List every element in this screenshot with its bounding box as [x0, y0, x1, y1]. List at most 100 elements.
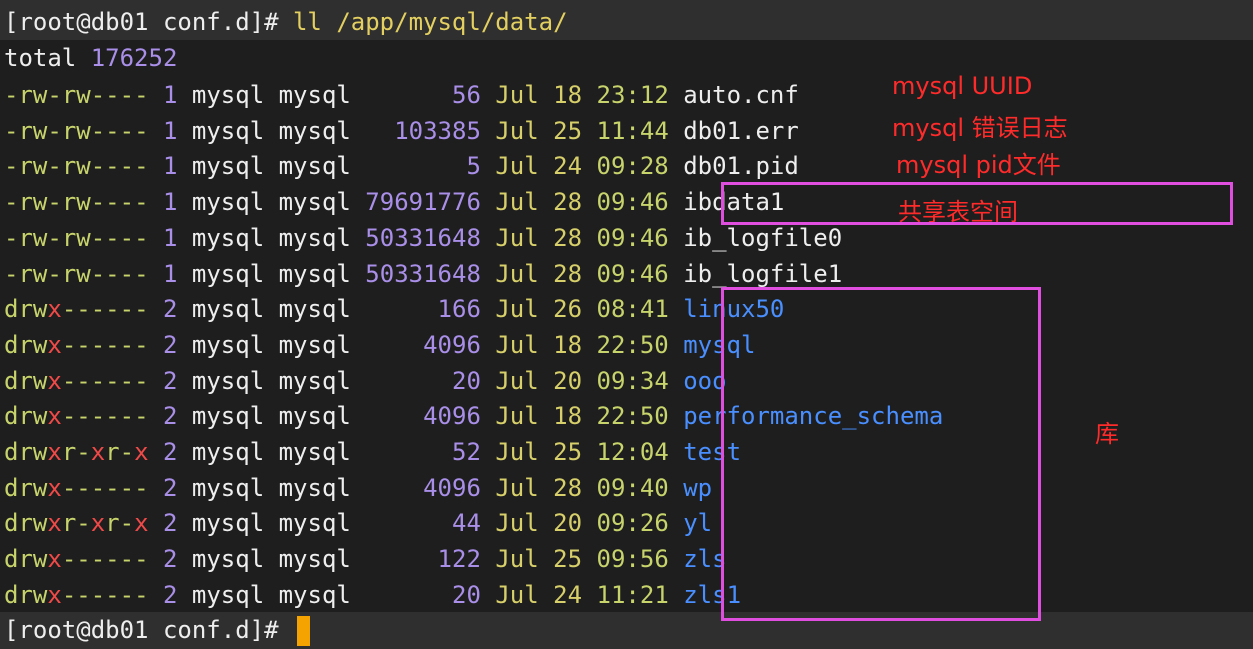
file-size: 20 — [452, 580, 481, 609]
permissions: drwx------ — [4, 545, 149, 574]
owner: mysql — [191, 152, 265, 181]
owner: mysql — [191, 580, 265, 609]
file-name[interactable]: db01.pid — [683, 152, 799, 180]
listing-row: drwxr-xr-x 2 mysql mysql 52 Jul 25 12:04… — [4, 434, 741, 470]
owner: mysql — [191, 330, 265, 359]
file-name[interactable]: auto.cnf — [683, 81, 799, 109]
group: mysql — [278, 116, 351, 145]
file-size: 50331648 — [365, 223, 481, 252]
owner: mysql — [191, 366, 265, 395]
link-count: 1 — [162, 116, 178, 145]
file-size: 5 — [466, 152, 481, 181]
permissions: drwx------ — [4, 402, 149, 431]
modified-date: Jul 24 — [495, 152, 583, 181]
prompt: [root@db01 conf.d]# — [4, 8, 293, 36]
group: mysql — [278, 188, 351, 217]
note-error-log: mysql 错误日志 — [892, 114, 1068, 142]
modified-time: 23:12 — [596, 81, 669, 109]
link-count: 2 — [162, 402, 178, 431]
link-count: 2 — [162, 545, 178, 574]
group: mysql — [278, 152, 351, 181]
listing-row: -rw-rw---- 1 mysql mysql 79691776 Jul 28… — [4, 184, 784, 220]
link-count: 1 — [162, 223, 178, 252]
owner: mysql — [191, 473, 265, 502]
owner: mysql — [191, 81, 265, 109]
permissions: -rw-rw---- — [4, 152, 149, 181]
file-size: 4096 — [423, 402, 481, 431]
command-line[interactable]: [root@db01 conf.d]# ll /app/mysql/data/ — [4, 4, 568, 40]
file-size: 79691776 — [365, 188, 481, 217]
modified-time: 09:46 — [596, 223, 669, 252]
modified-time: 09:40 — [596, 473, 669, 502]
file-size: 122 — [437, 545, 481, 574]
group: mysql — [278, 81, 351, 109]
owner: mysql — [191, 259, 265, 288]
modified-date: Jul 20 — [495, 509, 583, 538]
link-count: 2 — [162, 330, 178, 359]
file-name[interactable]: db01.err — [683, 117, 799, 145]
file-size: 4096 — [423, 330, 481, 359]
owner: mysql — [191, 402, 265, 431]
prompt-line[interactable]: [root@db01 conf.d]# — [4, 612, 310, 648]
link-count: 1 — [162, 259, 178, 288]
modified-date: Jul 28 — [495, 473, 583, 502]
modified-time: 09:26 — [596, 509, 669, 538]
group: mysql — [278, 438, 351, 466]
permissions: -rw-rw---- — [4, 259, 149, 288]
group: mysql — [278, 402, 351, 431]
modified-date: Jul 18 — [495, 81, 583, 109]
modified-date: Jul 28 — [495, 188, 583, 217]
group: mysql — [278, 223, 351, 252]
link-count: 1 — [162, 152, 178, 181]
group: mysql — [278, 580, 351, 609]
file-name[interactable]: ib_logfile1 — [683, 260, 842, 288]
note-uuid: mysql UUID — [892, 72, 1033, 100]
permissions: -rw-rw---- — [4, 116, 149, 145]
owner: mysql — [191, 545, 265, 574]
total-line: total 176252 — [4, 40, 177, 76]
file-size: 44 — [452, 509, 481, 538]
modified-time: 08:41 — [596, 295, 669, 324]
owner: mysql — [191, 295, 265, 324]
prompt: [root@db01 conf.d]# — [4, 616, 293, 644]
modified-date: Jul 26 — [495, 295, 583, 324]
directory-name[interactable]: wp — [683, 474, 712, 502]
modified-date: Jul 24 — [495, 580, 583, 609]
cursor — [296, 616, 310, 646]
modified-date: Jul 25 — [495, 116, 583, 145]
modified-date: Jul 18 — [495, 330, 583, 359]
listing-row: drwx------ 2 mysql mysql 20 Jul 24 11:21… — [4, 577, 741, 613]
link-count: 1 — [162, 81, 178, 109]
listing-row: -rw-rw---- 1 mysql mysql 103385 Jul 25 1… — [4, 113, 799, 149]
permissions: drwx------ — [4, 330, 149, 359]
modified-time: 11:44 — [596, 116, 669, 145]
group: mysql — [278, 366, 351, 395]
modified-date: Jul 25 — [495, 545, 583, 574]
listing-row: drwx------ 2 mysql mysql 4096 Jul 18 22:… — [4, 327, 755, 363]
directory-name[interactable]: yl — [683, 509, 712, 537]
group: mysql — [278, 545, 351, 574]
total-value: 176252 — [90, 44, 178, 72]
modified-time: 11:21 — [596, 580, 669, 609]
listing-row: drwx------ 2 mysql mysql 4096 Jul 28 09:… — [4, 470, 712, 506]
note-databases: 库 — [1095, 420, 1119, 448]
file-size: 56 — [452, 81, 481, 109]
link-count: 2 — [162, 509, 178, 538]
modified-date: Jul 20 — [495, 366, 583, 395]
group: mysql — [278, 259, 351, 288]
modified-date: Jul 25 — [495, 438, 583, 466]
modified-time: 09:46 — [596, 188, 669, 217]
owner: mysql — [191, 438, 265, 466]
file-size: 20 — [452, 366, 481, 395]
group: mysql — [278, 295, 351, 324]
permissions: drwx------ — [4, 366, 149, 395]
modified-date: Jul 28 — [495, 259, 583, 288]
file-size: 4096 — [423, 473, 481, 502]
permissions: -rw-rw---- — [4, 81, 149, 109]
listing-row: -rw-rw---- 1 mysql mysql 50331648 Jul 28… — [4, 256, 842, 292]
modified-time: 09:46 — [596, 259, 669, 288]
link-count: 2 — [162, 580, 178, 609]
file-name[interactable]: ib_logfile0 — [683, 224, 842, 252]
listing-row: -rw-rw---- 1 mysql mysql 5 Jul 24 09:28 … — [4, 148, 799, 184]
modified-time: 12:04 — [596, 438, 669, 466]
